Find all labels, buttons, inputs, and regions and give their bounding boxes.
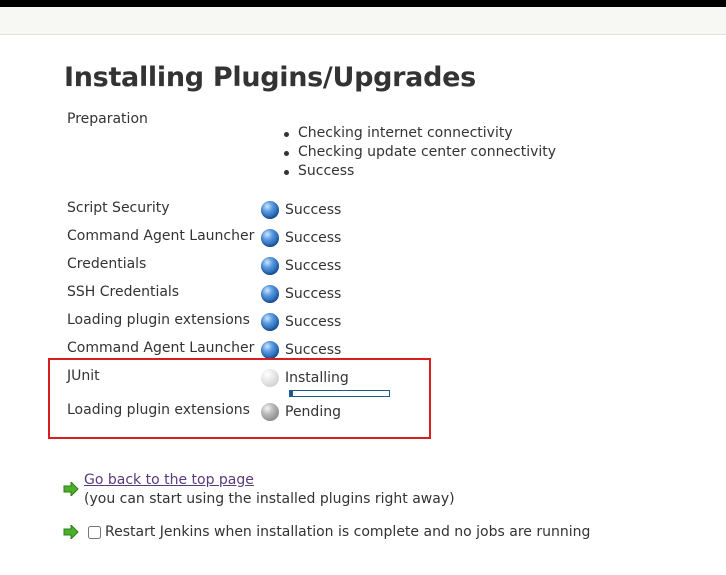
status-ball-icon	[261, 285, 279, 303]
restart-label: Restart Jenkins when installation is com…	[105, 524, 591, 540]
list-item: Checking update center connectivity	[280, 143, 556, 162]
highlight-box	[48, 358, 431, 439]
back-note: (you can start using the installed plugi…	[84, 491, 455, 507]
plugin-status: Success	[261, 228, 341, 248]
status-text: Success	[285, 230, 342, 246]
arrow-right-icon	[63, 482, 79, 496]
arrow-right-icon	[63, 525, 79, 539]
plugin-status: Success	[261, 340, 341, 360]
plugin-status: Success	[261, 200, 341, 220]
preparation-label: Preparation	[67, 111, 148, 127]
status-ball-icon	[261, 313, 279, 331]
status-text: Success	[285, 342, 342, 358]
plugin-name: Loading plugin extensions	[67, 312, 250, 328]
status-ball-icon	[261, 341, 279, 359]
status-ball-icon	[261, 201, 279, 219]
status-text: Success	[285, 314, 342, 330]
preparation-list: Checking internet connectivity Checking …	[280, 124, 556, 181]
plugin-status: Success	[261, 284, 341, 304]
breadcrumb-bar	[0, 7, 726, 35]
plugin-name: Command Agent Launcher	[67, 228, 255, 244]
status-ball-icon	[261, 257, 279, 275]
page-title: Installing Plugins/Upgrades	[64, 62, 476, 93]
list-item: Success	[280, 162, 556, 181]
plugin-status: Success	[261, 312, 341, 332]
back-to-top-link[interactable]: Go back to the top page	[84, 472, 254, 488]
top-bar	[0, 0, 726, 7]
plugin-name: Credentials	[67, 256, 147, 272]
restart-option[interactable]: Restart Jenkins when installation is com…	[88, 524, 590, 540]
status-text: Success	[285, 202, 342, 218]
plugin-name: SSH Credentials	[67, 284, 180, 300]
plugin-name: Script Security	[67, 200, 170, 216]
status-ball-icon	[261, 229, 279, 247]
restart-checkbox[interactable]	[88, 525, 101, 539]
list-item: Checking internet connectivity	[280, 124, 556, 143]
status-text: Success	[285, 286, 342, 302]
plugin-name: Command Agent Launcher	[67, 340, 255, 356]
plugin-status: Success	[261, 256, 341, 276]
status-text: Success	[285, 258, 342, 274]
